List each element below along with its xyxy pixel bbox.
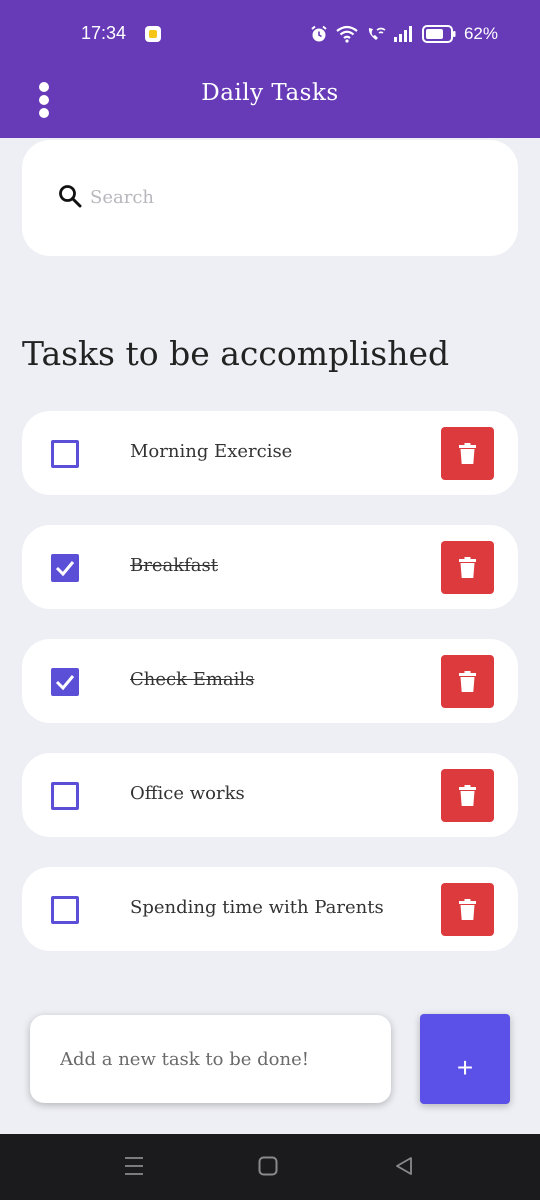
trash-icon (459, 671, 476, 692)
task-checkbox[interactable] (51, 668, 79, 696)
alarm-icon (311, 25, 327, 42)
new-task-box[interactable] (30, 1015, 391, 1103)
wifi-call-icon (368, 27, 386, 40)
back-icon[interactable] (394, 1156, 414, 1176)
app-bar: Daily Tasks (0, 70, 540, 138)
delete-task-button[interactable] (441, 883, 494, 936)
delete-task-button[interactable] (441, 655, 494, 708)
task-item: Morning Exercise (22, 411, 518, 495)
task-item: Breakfast (22, 525, 518, 609)
status-icons: 62% (310, 22, 498, 46)
section-title: Tasks to be accomplished (22, 334, 450, 373)
check-icon (55, 675, 75, 691)
trash-icon (459, 899, 476, 920)
recent-apps-icon[interactable] (124, 1156, 144, 1176)
task-label: Office works (130, 783, 245, 804)
notification-icon (145, 26, 161, 42)
status-time: 17:34 (81, 23, 127, 43)
new-task-input[interactable] (60, 1041, 370, 1077)
search-input[interactable] (90, 180, 470, 214)
search-icon (59, 185, 82, 208)
trash-icon (459, 785, 476, 806)
check-icon (55, 561, 75, 577)
app-title: Daily Tasks (201, 80, 339, 106)
search-box[interactable] (22, 140, 518, 256)
wifi-icon (336, 25, 358, 43)
task-checkbox[interactable] (51, 896, 79, 924)
task-checkbox[interactable] (51, 782, 79, 810)
task-label: Morning Exercise (130, 441, 293, 462)
battery-icon (421, 25, 456, 43)
trash-icon (459, 557, 476, 578)
task-item: Office works (22, 753, 518, 837)
delete-task-button[interactable] (441, 541, 494, 594)
battery-percent: 62% (463, 24, 498, 43)
trash-icon (459, 443, 476, 464)
delete-task-button[interactable] (441, 427, 494, 480)
signal-icon (393, 26, 412, 42)
task-item: Spending time with Parents (22, 867, 518, 951)
task-label: Check Emails (130, 669, 255, 690)
system-nav-bar (0, 1134, 540, 1200)
delete-task-button[interactable] (441, 769, 494, 822)
task-label: Spending time with Parents (130, 897, 384, 918)
task-label: Breakfast (130, 555, 218, 576)
status-bar: 17:34 62% (0, 0, 540, 70)
task-checkbox[interactable] (51, 554, 79, 582)
task-item: Check Emails (22, 639, 518, 723)
add-task-button[interactable]: + (420, 1014, 510, 1104)
home-icon[interactable] (258, 1156, 278, 1176)
task-checkbox[interactable] (51, 440, 79, 468)
